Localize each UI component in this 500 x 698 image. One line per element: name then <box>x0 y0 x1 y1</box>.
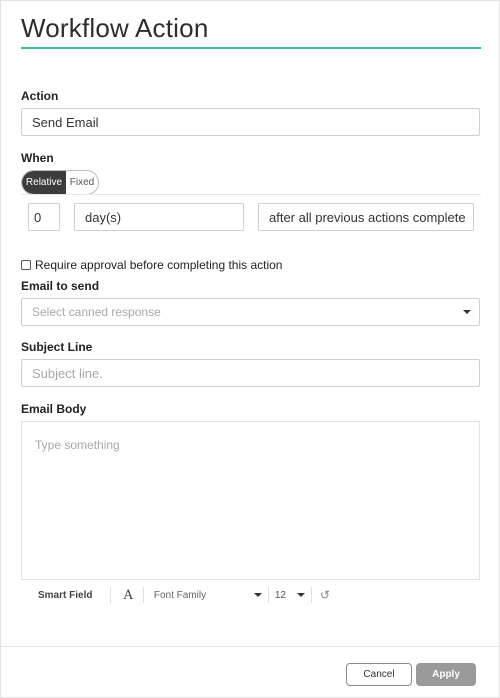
cancel-button[interactable]: Cancel <box>346 663 412 686</box>
action-label: Action <box>21 89 59 103</box>
toggle-relative[interactable]: Relative <box>22 171 66 194</box>
when-divider <box>21 194 481 195</box>
toolbar-divider <box>110 587 112 603</box>
toolbar-divider <box>267 587 269 603</box>
smart-field-button[interactable]: Smart Field <box>38 590 92 601</box>
trigger-field[interactable]: after all previous actions complete <box>258 203 474 231</box>
chevron-down-icon <box>463 310 471 314</box>
email-body-label: Email Body <box>21 402 87 416</box>
editor-toolbar: Smart Field A Font Family 12 ↺ <box>21 583 480 607</box>
footer-divider <box>1 646 500 647</box>
chevron-down-icon[interactable] <box>253 593 262 597</box>
approval-checkbox[interactable] <box>21 260 31 270</box>
font-family-select[interactable]: Font Family <box>154 590 254 601</box>
action-field[interactable]: Send Email <box>21 108 480 136</box>
title-underline <box>21 47 481 49</box>
when-label: When <box>21 151 54 165</box>
email-to-send-label: Email to send <box>21 279 100 293</box>
apply-button[interactable]: Apply <box>416 663 476 686</box>
chevron-down-icon[interactable] <box>296 593 305 597</box>
toolbar-divider <box>310 587 312 603</box>
modal-title: Workflow Action <box>21 13 209 43</box>
toolbar-divider <box>142 587 144 603</box>
unit-field[interactable]: day(s) <box>74 203 244 231</box>
canned-response-select[interactable]: Select canned response <box>21 298 480 326</box>
undo-icon[interactable]: ↺ <box>320 588 330 602</box>
subject-line-label: Subject Line <box>21 340 93 354</box>
approval-label: Require approval before completing this … <box>35 258 283 272</box>
toggle-fixed[interactable]: Fixed <box>66 171 98 194</box>
workflow-action-modal: Workflow Action Action Send Email When R… <box>0 0 500 698</box>
approval-row[interactable]: Require approval before completing this … <box>21 258 282 272</box>
relative-fixed-toggle[interactable]: Relative Fixed <box>21 170 99 195</box>
canned-response-placeholder: Select canned response <box>32 305 161 319</box>
offset-input[interactable]: 0 <box>28 203 60 231</box>
subject-line-input[interactable]: Subject line. <box>21 359 480 387</box>
email-body-placeholder: Type something <box>35 438 120 452</box>
font-size-select[interactable]: 12 <box>275 590 297 601</box>
font-color-icon[interactable]: A <box>123 588 132 603</box>
email-body-editor[interactable]: Type something <box>21 421 480 580</box>
